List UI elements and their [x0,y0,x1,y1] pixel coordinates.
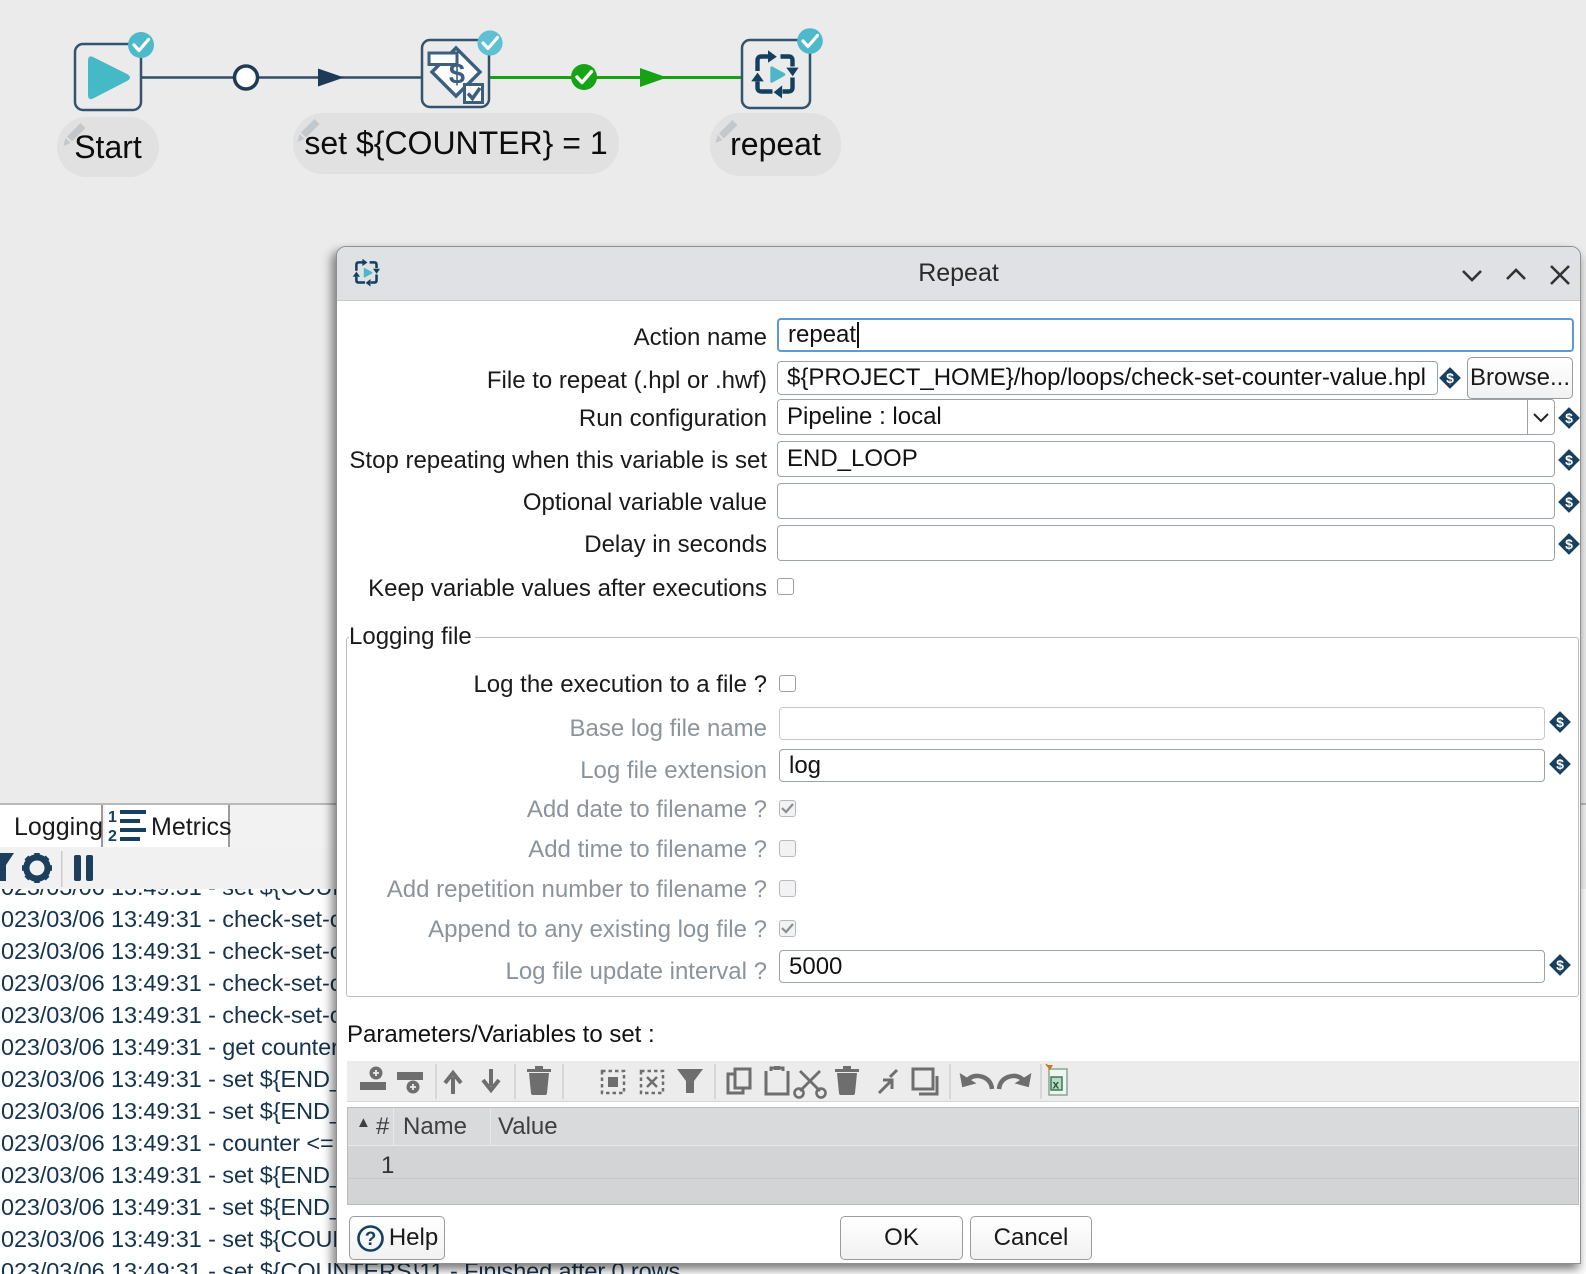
svg-text:2: 2 [108,828,117,844]
svg-text:$: $ [1565,536,1573,552]
svg-text:1: 1 [108,809,117,826]
svg-text:$: $ [1565,452,1573,468]
svg-text:$: $ [1446,370,1454,386]
svg-text:$: $ [1565,494,1573,510]
svg-text:$: $ [1565,410,1573,426]
svg-text:x: x [1053,1078,1060,1092]
svg-text:$: $ [1556,957,1564,973]
svg-text:$: $ [1556,756,1564,772]
svg-text:?: ? [365,1229,377,1250]
svg-text:$: $ [1556,714,1564,730]
